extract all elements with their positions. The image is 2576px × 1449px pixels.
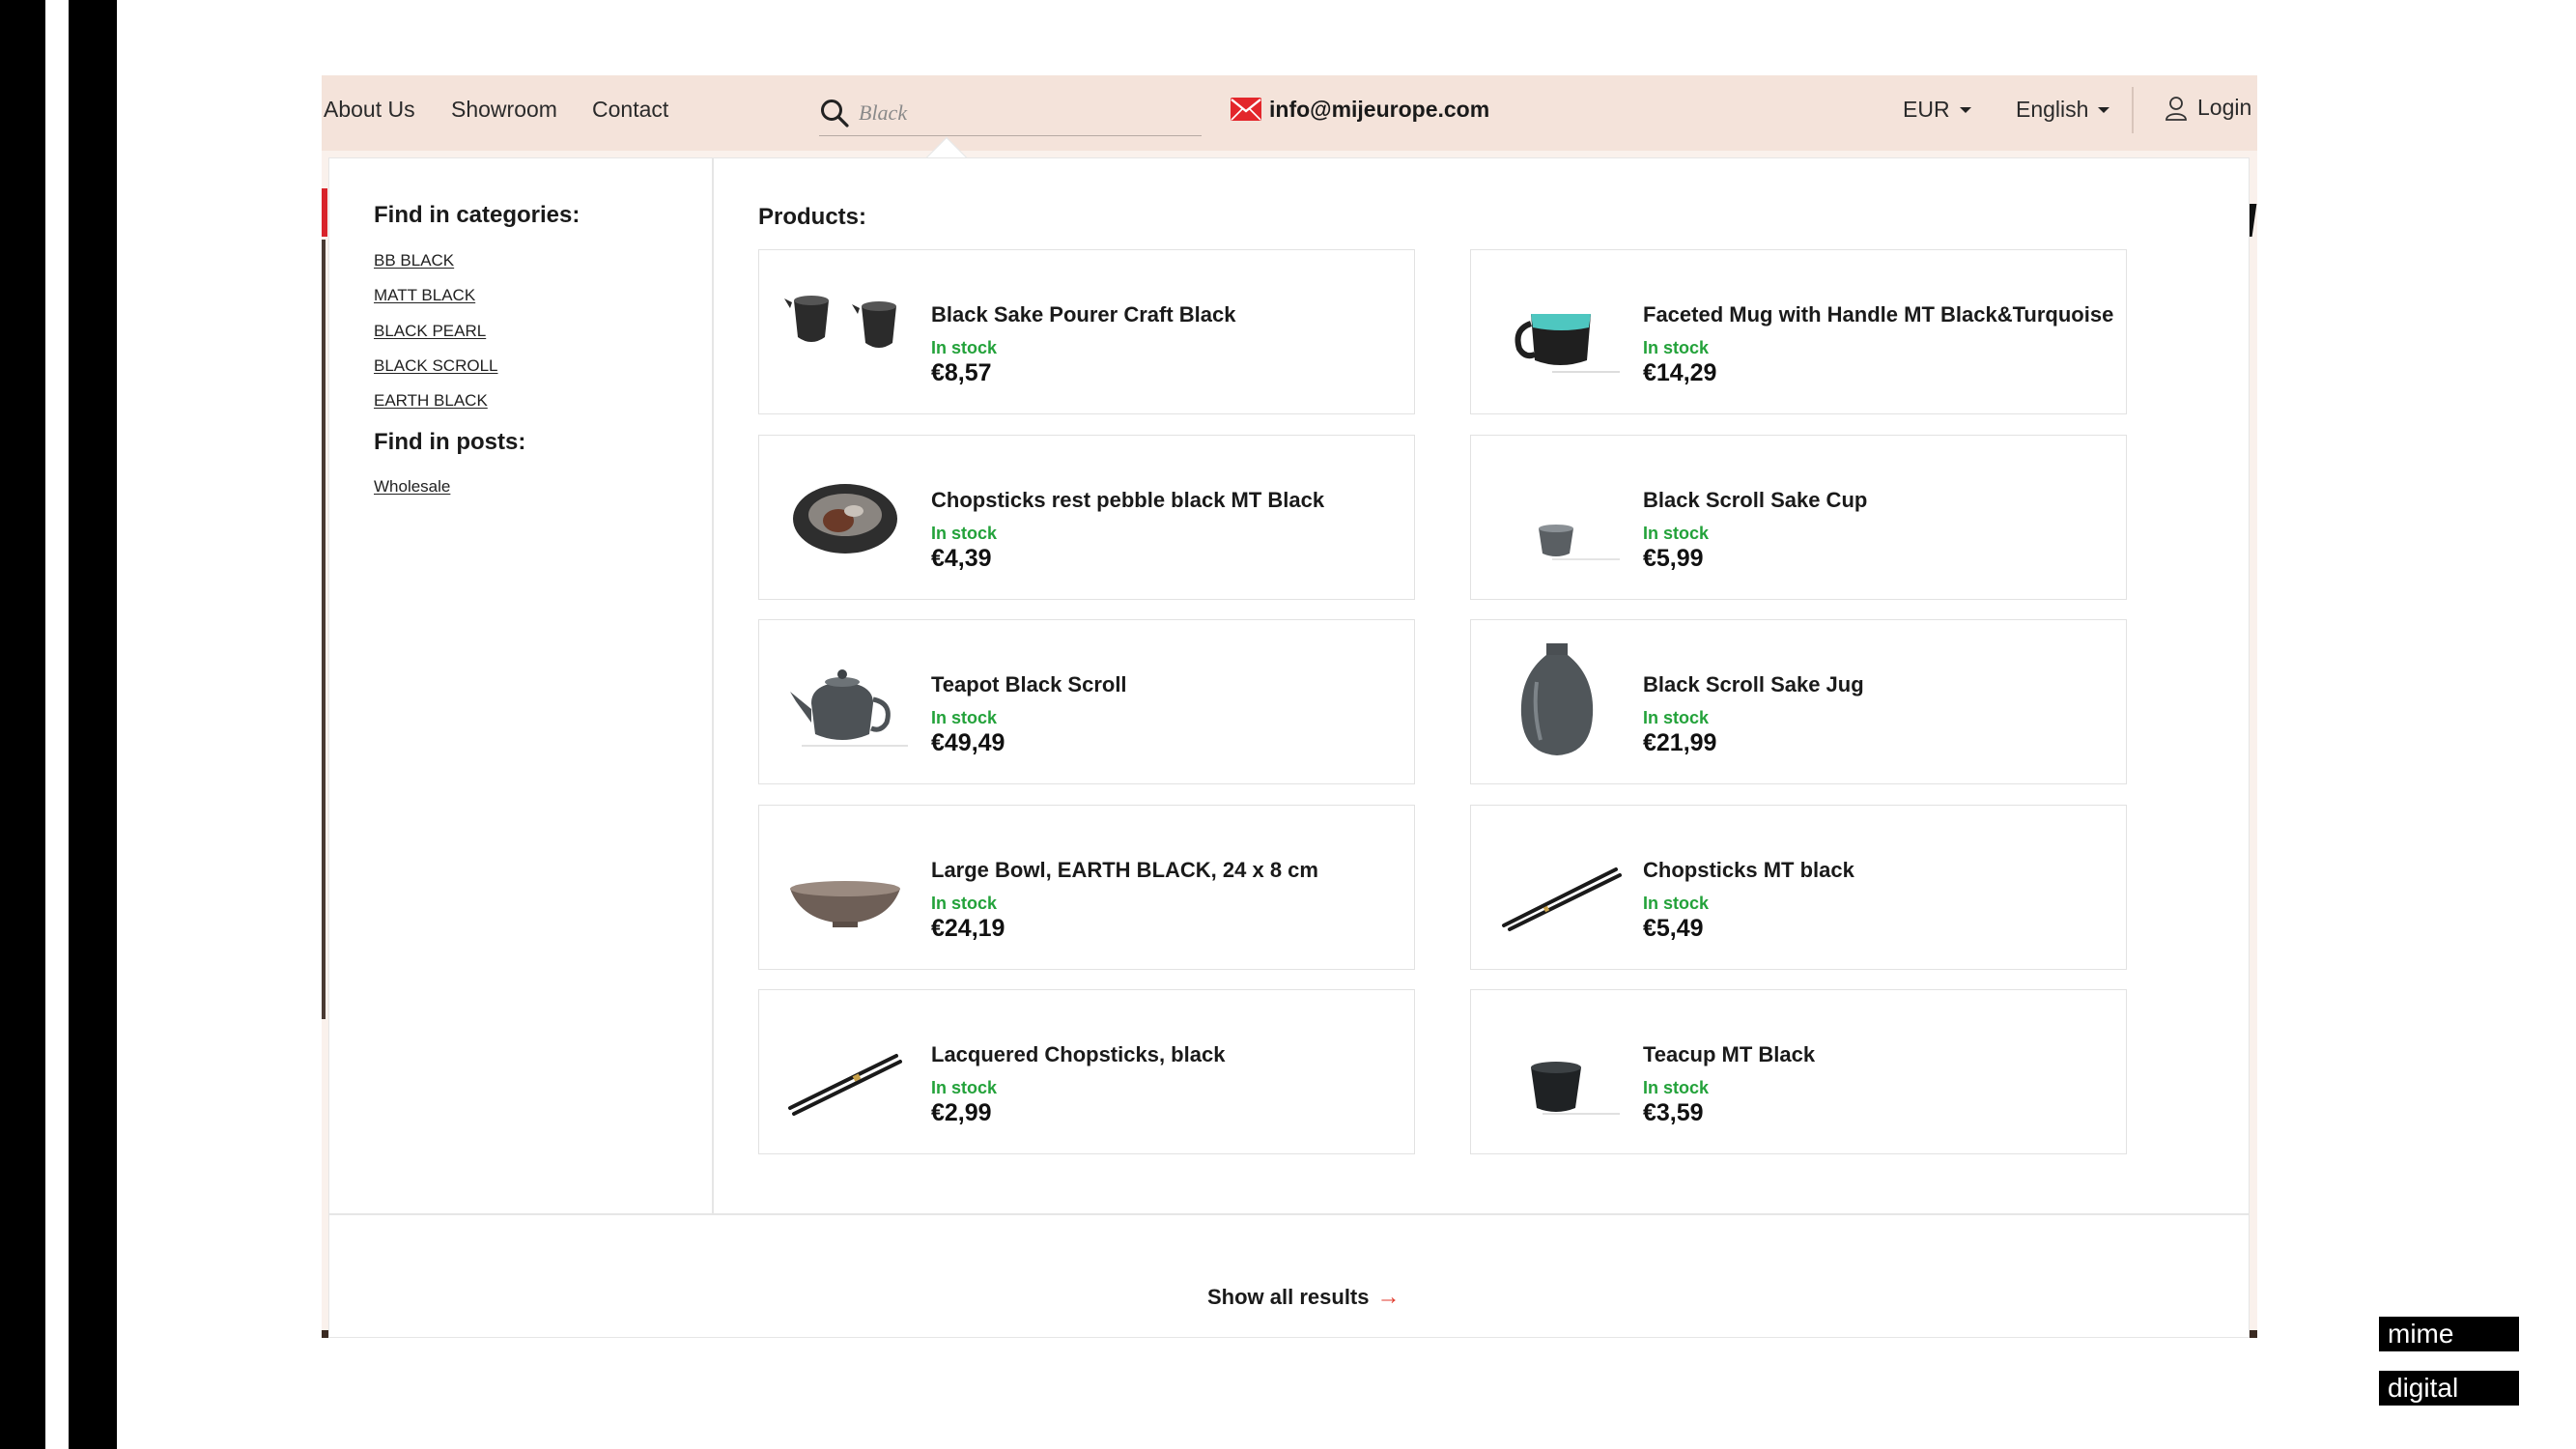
product-price: €3,59 [1643,1099,1704,1126]
currency-label: EUR [1903,97,1950,122]
product-name: Chopsticks rest pebble black MT Black [931,488,1325,512]
login-button[interactable]: Login [2165,95,2251,121]
stock-status: In stock [1643,1078,1710,1097]
product-card[interactable]: Black Scroll Sake Cup In stock €5,99 [1470,435,2127,600]
categories-heading: Find in categories: [374,202,580,228]
product-card[interactable]: Black Sake Pourer Craft Black In stock €… [758,249,1415,414]
products-heading: Products: [758,204,867,230]
website-screenshot: About Us Showroom Contact info@mijeurope… [322,75,2257,1338]
stock-status: In stock [1643,708,1710,727]
background-red-accent [322,188,327,237]
sake-cup-image [1539,525,1620,560]
product-name: Faceted Mug with Handle MT Black&Turquoi… [1643,302,2114,327]
product-name: Black Scroll Sake Cup [1643,488,1868,512]
product-price: €24,19 [931,915,1005,942]
bowl-image [790,881,900,927]
product-card[interactable]: Teapot Black Scroll In stock €49,49 [758,619,1415,784]
brand-logo-line2: digital [2379,1371,2519,1406]
product-name: Lacquered Chopsticks, black [931,1042,1226,1066]
product-price: €2,99 [931,1099,992,1126]
language-selector[interactable]: English [2016,97,2110,123]
product-card[interactable]: Lacquered Chopsticks, black In stock €2,… [758,989,1415,1154]
email-address[interactable]: info@mijeurope.com [1269,97,1489,123]
product-card[interactable]: Large Bowl, EARTH BLACK, 24 x 8 cm In st… [758,805,1415,970]
chopsticks-image [1502,867,1622,931]
stock-status: In stock [931,894,998,913]
envelope-icon [1231,98,1261,121]
header-divider [2132,87,2134,133]
stock-status: In stock [931,338,998,357]
product-card[interactable]: Faceted Mug with Handle MT Black&Turquoi… [1470,249,2127,414]
currency-selector[interactable]: EUR [1903,97,1971,123]
teapot-image [790,669,908,747]
product-card[interactable]: Chopsticks MT black In stock €5,49 [1470,805,2127,970]
stock-status: In stock [931,708,998,727]
product-price: €21,99 [1643,729,1717,756]
left-black-bar [0,0,45,1449]
product-price: €5,49 [1643,915,1704,942]
stock-status: In stock [931,524,998,543]
chevron-down-icon [2098,106,2110,113]
stock-status: In stock [931,1078,998,1097]
category-link[interactable]: BB BLACK [374,251,454,270]
brand-logo-line1: mime [2379,1317,2519,1351]
category-link[interactable]: BLACK SCROLL [374,356,498,376]
posts-heading: Find in posts: [374,429,526,455]
stock-status: In stock [1643,894,1710,913]
nav-about-us[interactable]: About Us [324,97,415,123]
nav-contact[interactable]: Contact [592,97,668,123]
product-name: Teacup MT Black [1643,1042,1816,1066]
top-navigation-bar: About Us Showroom Contact info@mijeurope… [322,75,2257,151]
search-input[interactable] [859,96,1187,130]
mug-image [1514,314,1620,373]
user-icon [2166,96,2187,121]
product-price: €4,39 [931,545,992,572]
arrow-right-icon: → [1376,1284,1401,1310]
search-icon[interactable] [819,98,850,128]
footer-divider [329,1213,2249,1215]
sake-jug-image [1520,643,1594,755]
left-black-bar-wide [69,0,117,1449]
teacup-image [1531,1062,1620,1115]
email-contact[interactable]: info@mijeurope.com [1231,92,1489,127]
category-link[interactable]: BLACK PEARL [374,322,486,341]
sake-pourer-image [784,296,896,348]
search-results-dropdown: Find in categories: BB BLACK MATT BLACK … [328,157,2250,1338]
category-link[interactable]: EARTH BLACK [374,391,488,411]
product-price: €14,29 [1643,359,1717,386]
product-name: Black Scroll Sake Jug [1643,672,1864,696]
show-all-results-link[interactable]: Show all results → [1207,1284,1401,1311]
chopstick-rest-image [793,484,897,554]
product-price: €5,99 [1643,545,1704,572]
post-link[interactable]: Wholesale [374,477,450,497]
lacquered-chopsticks-image [788,1054,902,1116]
background-dark-edge [322,240,326,1019]
show-all-label: Show all results [1207,1285,1370,1309]
product-card[interactable]: Black Scroll Sake Jug In stock €21,99 [1470,619,2127,784]
chevron-down-icon [1959,106,1971,113]
product-price: €49,49 [931,729,1005,756]
login-label: Login [2197,95,2252,120]
product-card[interactable]: Teacup MT Black In stock €3,59 [1470,989,2127,1154]
product-name: Chopsticks MT black [1643,858,1854,882]
stock-status: In stock [1643,524,1710,543]
product-card[interactable]: Chopsticks rest pebble black MT Black In… [758,435,1415,600]
nav-showroom[interactable]: Showroom [451,97,557,123]
language-label: English [2016,97,2089,122]
category-link[interactable]: MATT BLACK [374,286,475,305]
search-box [819,92,1202,136]
product-name: Teapot Black Scroll [931,672,1127,696]
product-name: Large Bowl, EARTH BLACK, 24 x 8 cm [931,858,1318,882]
stock-status: In stock [1643,338,1710,357]
column-divider [712,158,714,1213]
product-price: €8,57 [931,359,992,386]
product-name: Black Sake Pourer Craft Black [931,302,1236,327]
